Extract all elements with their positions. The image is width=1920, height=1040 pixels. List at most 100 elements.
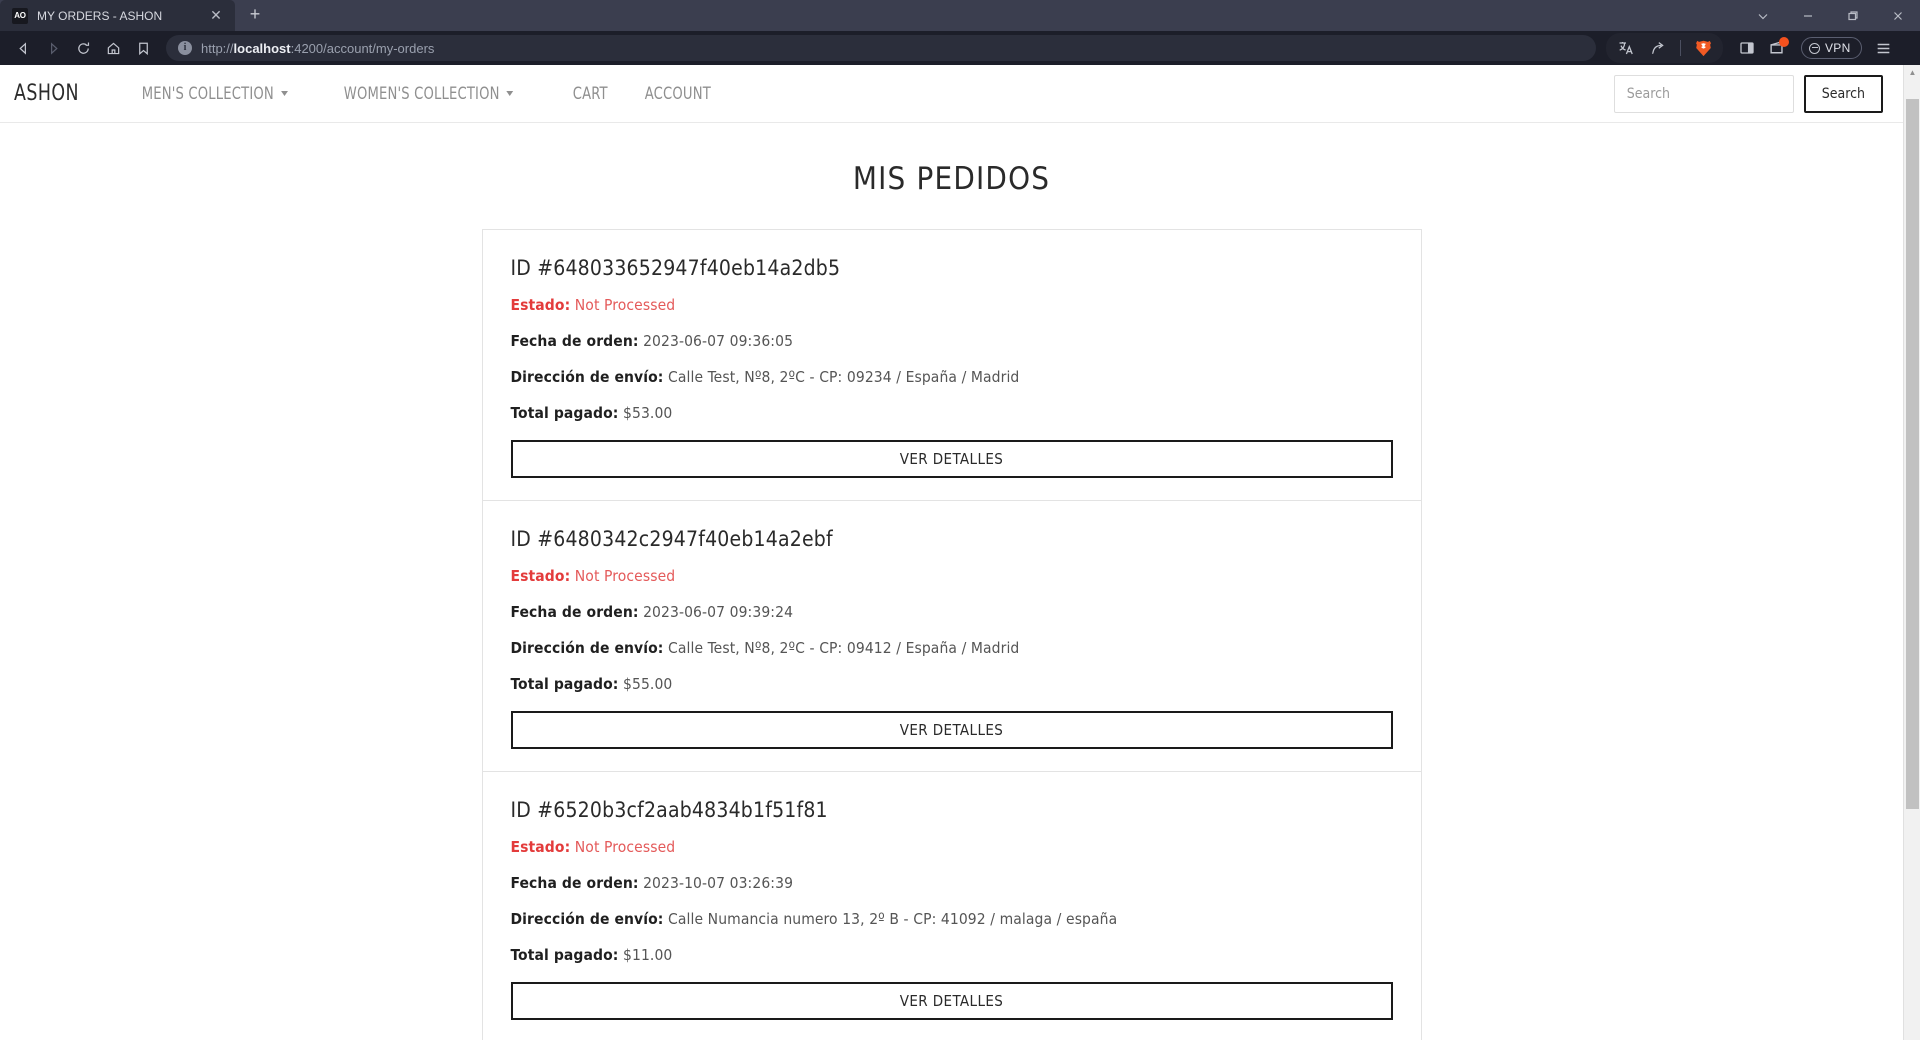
url-host: localhost xyxy=(233,40,291,56)
page-title: MIS PEDIDOS xyxy=(852,161,1051,197)
tab-title: MY ORDERS - ASHON xyxy=(37,8,163,23)
order-id: ID #6520b3cf2aab4834b1f51f81 xyxy=(510,798,828,822)
search-input[interactable] xyxy=(1613,74,1794,113)
order-status-value: Not Processed xyxy=(574,567,676,585)
page-viewport: ASHON MEN'S COLLECTION WOMEN'S COLLECTIO… xyxy=(0,65,1920,1040)
site-nav-links: MEN'S COLLECTION WOMEN'S COLLECTION CART… xyxy=(128,84,741,104)
hamburger-menu-icon[interactable] xyxy=(1868,34,1900,62)
forward-icon[interactable] xyxy=(38,34,68,62)
orders-list: ID #648033652947f40eb14a2db5 Estado: Not… xyxy=(481,229,1422,1040)
tab-strip: AO MY ORDERS - ASHON ✕ + xyxy=(0,0,1920,31)
order-date-row: Fecha de orden: 2023-06-07 09:39:24 xyxy=(511,603,1393,621)
restore-icon[interactable] xyxy=(1830,0,1875,31)
page-scrollbar[interactable]: ▲ xyxy=(1903,65,1920,1040)
view-details-button[interactable]: VER DETALLES xyxy=(510,982,1393,1020)
order-address-value: Calle Test, Nº8, 2ºC - CP: 09412 / Españ… xyxy=(668,639,1020,657)
nav-item-label: MEN'S COLLECTION xyxy=(141,83,274,104)
window-controls xyxy=(1740,0,1920,31)
order-status-value: Not Processed xyxy=(574,838,676,856)
search-button[interactable]: Search xyxy=(1803,74,1883,113)
translate-icon[interactable] xyxy=(1612,35,1640,61)
site-search-group: Search xyxy=(1613,74,1883,113)
brave-lion-icon[interactable] xyxy=(1689,35,1717,61)
order-total-label: Total pagado: xyxy=(510,404,619,422)
tab-close-icon[interactable]: ✕ xyxy=(207,7,225,25)
url-path: :4200/account/my-orders xyxy=(290,40,435,56)
order-total-value: $55.00 xyxy=(623,675,673,693)
browser-toolbar: i http://localhost:4200/account/my-order… xyxy=(0,31,1920,65)
share-icon[interactable] xyxy=(1644,35,1672,61)
order-status-label: Estado: xyxy=(510,567,571,585)
chevron-down-icon xyxy=(280,91,288,96)
nav-item-account[interactable]: ACCOUNT xyxy=(631,84,725,104)
order-total-value: $53.00 xyxy=(623,404,673,422)
order-date-value: 2023-10-07 03:26:39 xyxy=(643,874,794,892)
new-tab-button[interactable]: + xyxy=(241,1,269,29)
wallet-icon[interactable] xyxy=(1763,35,1791,61)
toolbar-right-group: VPN xyxy=(1606,33,1900,63)
order-address-row: Dirección de envío: Calle Test, Nº8, 2ºC… xyxy=(511,639,1393,657)
url-scheme: http:// xyxy=(201,40,234,56)
brand-logo[interactable]: ASHON xyxy=(14,81,79,106)
order-date-label: Fecha de orden: xyxy=(510,874,639,892)
order-id: ID #648033652947f40eb14a2db5 xyxy=(510,256,841,280)
chevron-down-icon xyxy=(506,91,513,96)
order-card: ID #6480342c2947f40eb14a2ebf Estado: Not… xyxy=(482,501,1421,772)
order-address-row: Dirección de envío: Calle Numancia numer… xyxy=(511,910,1393,928)
order-address-label: Dirección de envío: xyxy=(510,368,664,386)
address-bar[interactable]: i http://localhost:4200/account/my-order… xyxy=(166,35,1596,61)
order-address-value: Calle Numancia numero 13, 2º B - CP: 410… xyxy=(668,910,1118,928)
reload-icon[interactable] xyxy=(68,34,98,62)
browser-window: AO MY ORDERS - ASHON ✕ + i http://localh… xyxy=(0,0,1920,1040)
url-text: http://localhost:4200/account/my-orders xyxy=(201,41,434,56)
scrollbar-thumb[interactable] xyxy=(1906,99,1919,809)
view-details-button[interactable]: VER DETALLES xyxy=(510,711,1393,749)
scroll-up-arrow[interactable]: ▲ xyxy=(1904,69,1920,77)
order-address-label: Dirección de envío: xyxy=(510,910,664,928)
order-date-value: 2023-06-07 09:39:24 xyxy=(643,603,794,621)
order-card: ID #6520b3cf2aab4834b1f51f81 Estado: Not… xyxy=(483,772,1421,1040)
order-address-label: Dirección de envío: xyxy=(510,639,664,657)
site-navbar: ASHON MEN'S COLLECTION WOMEN'S COLLECTIO… xyxy=(0,65,1903,123)
nav-item-womens-collection[interactable]: WOMEN'S COLLECTION xyxy=(330,84,527,104)
order-total-value: $11.00 xyxy=(623,946,673,964)
order-date-label: Fecha de orden: xyxy=(510,603,639,621)
view-details-button[interactable]: VER DETALLES xyxy=(510,440,1393,478)
order-total-row: Total pagado: $53.00 xyxy=(511,404,1393,422)
order-address-row: Dirección de envío: Calle Test, Nº8, 2ºC… xyxy=(511,368,1393,386)
order-card: ID #648033652947f40eb14a2db5 Estado: Not… xyxy=(482,230,1421,501)
order-date-row: Fecha de orden: 2023-10-07 03:26:39 xyxy=(511,874,1393,892)
order-status-label: Estado: xyxy=(510,838,571,856)
sidebar-panel-icon[interactable] xyxy=(1733,35,1761,61)
tab-favicon: AO xyxy=(12,7,28,24)
order-status-row: Estado: Not Processed xyxy=(511,567,1393,585)
order-date-value: 2023-06-07 09:36:05 xyxy=(643,332,794,350)
nav-item-cart[interactable]: CART xyxy=(559,84,621,104)
order-total-label: Total pagado: xyxy=(510,675,619,693)
back-icon[interactable] xyxy=(8,34,38,62)
minimize-icon[interactable] xyxy=(1785,0,1830,31)
vpn-button[interactable]: VPN xyxy=(1801,37,1862,59)
nav-item-label: WOMEN'S COLLECTION xyxy=(343,83,500,104)
nav-item-label: CART xyxy=(572,83,608,104)
order-date-row: Fecha de orden: 2023-06-07 09:36:05 xyxy=(511,332,1393,350)
order-total-row: Total pagado: $11.00 xyxy=(511,946,1393,964)
home-icon[interactable] xyxy=(98,34,128,62)
order-total-label: Total pagado: xyxy=(510,946,619,964)
close-icon[interactable] xyxy=(1875,0,1920,31)
order-status-row: Estado: Not Processed xyxy=(511,296,1393,314)
site-info-icon[interactable]: i xyxy=(178,41,192,55)
browser-tab-active[interactable]: AO MY ORDERS - ASHON ✕ xyxy=(0,0,235,31)
wallet-notification-badge xyxy=(1779,37,1789,47)
web-page: ASHON MEN'S COLLECTION WOMEN'S COLLECTIO… xyxy=(0,65,1903,1040)
order-status-row: Estado: Not Processed xyxy=(511,838,1393,856)
toolbar-pill xyxy=(1606,33,1723,63)
vpn-label: VPN xyxy=(1825,41,1851,55)
order-date-label: Fecha de orden: xyxy=(510,332,639,350)
nav-item-label: ACCOUNT xyxy=(645,83,712,104)
bookmark-icon[interactable] xyxy=(128,34,158,62)
nav-item-mens-collection[interactable]: MEN'S COLLECTION xyxy=(128,84,301,104)
order-total-row: Total pagado: $55.00 xyxy=(511,675,1393,693)
chevron-down-icon[interactable] xyxy=(1740,0,1785,31)
order-status-value: Not Processed xyxy=(574,296,676,314)
